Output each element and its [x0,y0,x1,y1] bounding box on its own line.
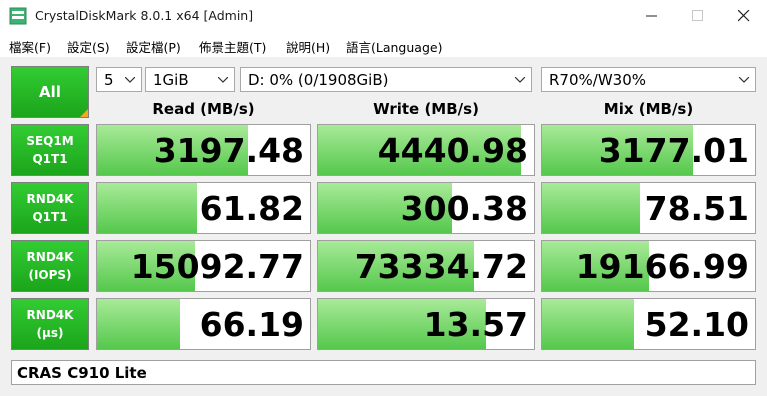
row-label-line2: Q1T1 [32,152,68,166]
row-label-line2: Q1T1 [32,210,68,224]
close-button[interactable] [721,0,767,32]
result-cell: 15092.77 [96,240,311,292]
result-value: 66.19 [199,305,304,344]
menu-help[interactable]: 說明(H) [286,37,330,56]
minimize-icon [646,15,657,17]
chevron-down-icon [515,77,525,83]
result-cell: 4440.98 [317,124,535,176]
result-value: 3177.01 [598,131,749,170]
result-cell: 3177.01 [541,124,756,176]
all-button[interactable]: All [11,66,89,118]
result-value: 78.51 [644,189,749,228]
result-value: 15092.77 [130,247,304,286]
result-value: 52.10 [644,305,749,344]
all-button-label: All [39,83,61,101]
seq1m-q1t1-button[interactable]: SEQ1M Q1T1 [11,124,89,176]
comment-text: CRAS C910 Lite [17,364,147,382]
menu-language[interactable]: 語言(Language) [346,37,442,56]
result-cell: 13.57 [317,298,535,350]
row-label-line1: RND4K [26,308,74,322]
window-title: CrystalDiskMark 8.0.1 x64 [Admin] [35,8,254,23]
result-bar [97,183,198,233]
row-label-line1: RND4K [26,192,74,206]
maximize-icon [692,10,703,21]
result-cell: 3197.48 [96,124,311,176]
chevron-down-icon [739,77,749,83]
row-label-line1: SEQ1M [26,134,74,148]
result-cell: 19166.99 [541,240,756,292]
row-label-line1: RND4K [26,250,74,264]
result-cell: 73334.72 [317,240,535,292]
result-cell: 66.19 [96,298,311,350]
mix-column-header: Mix (MB/s) [603,100,694,118]
comment-field[interactable]: CRAS C910 Lite [11,360,756,385]
result-value: 300.38 [400,189,528,228]
rnd4k-latency-button[interactable]: RND4K (µs) [11,298,89,350]
chevron-down-icon [125,77,135,83]
read-column-header: Read (MB/s) [152,100,255,118]
crystaldiskmark-app-icon [9,7,27,25]
result-bar [542,299,634,349]
result-bar [97,299,181,349]
test-size-value: 1GiB [153,71,189,89]
result-cell: 61.82 [96,182,311,234]
result-value: 73334.72 [354,247,528,286]
result-value: 3197.48 [153,131,304,170]
row-label-line2: (µs) [36,326,64,340]
mix-ratio-value: R70%/W30% [549,71,646,89]
chevron-down-icon [218,77,228,83]
drive-value: D: 0% (0/1908GiB) [248,71,389,89]
menu-settings[interactable]: 設定(S) [67,37,110,56]
drive-select[interactable]: D: 0% (0/1908GiB) [240,67,532,92]
menu-file[interactable]: 檔案(F) [9,37,51,56]
rnd4k-q1t1-button[interactable]: RND4K Q1T1 [11,182,89,234]
title-bar: CrystalDiskMark 8.0.1 x64 [Admin] [0,0,767,33]
result-value: 13.57 [423,305,528,344]
result-value: 19166.99 [575,247,749,286]
result-value: 4440.98 [377,131,528,170]
result-value: 61.82 [199,189,304,228]
result-cell: 300.38 [317,182,535,234]
result-cell: 52.10 [541,298,756,350]
test-count-value: 5 [104,71,114,89]
close-icon [738,10,750,22]
test-size-select[interactable]: 1GiB [145,67,235,92]
rnd4k-iops-button[interactable]: RND4K (IOPS) [11,240,89,292]
write-column-header: Write (MB/s) [373,100,479,118]
menu-theme[interactable]: 佈景主題(T) [199,37,266,56]
minimize-button[interactable] [629,0,675,32]
row-label-line2: (IOPS) [28,268,72,282]
result-cell: 78.51 [541,182,756,234]
mix-ratio-select[interactable]: R70%/W30% [541,67,756,92]
maximize-button[interactable] [675,0,721,32]
menu-bar: 檔案(F) 設定(S) 設定檔(P) 佈景主題(T) 說明(H) 語言(Lang… [0,33,767,56]
menu-profile[interactable]: 設定檔(P) [126,37,181,56]
corner-marker-icon [80,109,88,117]
test-count-select[interactable]: 5 [96,67,142,92]
result-bar [542,183,640,233]
